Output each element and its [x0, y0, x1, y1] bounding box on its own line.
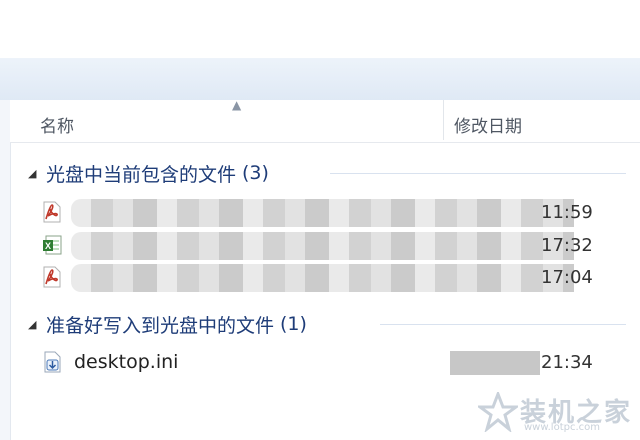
group-divider — [380, 324, 626, 325]
modified-time: 17:04 — [541, 267, 593, 288]
pdf-icon — [43, 201, 61, 223]
redacted-file-name — [71, 264, 574, 292]
column-header-row: ▲ 名称 修改日期 — [10, 98, 640, 143]
group-header-current-files[interactable]: ◢ 光盘中当前包含的文件 (3) — [28, 159, 269, 187]
file-row[interactable]: X 17:32 — [36, 232, 596, 260]
excel-icon: X — [43, 235, 62, 255]
file-name: desktop.ini — [74, 351, 179, 373]
svg-text:X: X — [45, 241, 51, 251]
watermark-url: www.lotpc.com — [524, 422, 600, 433]
group-divider — [330, 173, 626, 174]
redacted-file-name — [71, 199, 574, 227]
redacted-file-name — [71, 232, 574, 260]
column-separator[interactable] — [443, 100, 444, 140]
collapse-triangle-icon[interactable]: ◢ — [28, 318, 42, 331]
file-row[interactable]: 11:59 — [36, 199, 596, 227]
group-title: 光盘中当前包含的文件 — [46, 163, 237, 186]
ini-file-icon — [44, 351, 61, 373]
group-count: (1) — [280, 313, 307, 335]
modified-time: 11:59 — [541, 202, 593, 223]
toolbar-band — [0, 58, 640, 101]
star-logo-icon — [478, 392, 518, 432]
group-count: (3) — [242, 162, 269, 184]
window-top-area — [0, 0, 640, 58]
modified-time: 17:32 — [541, 235, 593, 256]
watermark: 装机之家 www.lotpc.com — [478, 392, 638, 436]
group-header-files-ready-to-write[interactable]: ◢ 准备好写入到光盘中的文件 (1) — [28, 310, 307, 338]
redacted-date — [450, 351, 540, 375]
file-row[interactable]: desktop.ini 21:34 — [36, 349, 596, 377]
sort-ascending-icon[interactable]: ▲ — [232, 98, 241, 112]
pdf-icon — [43, 266, 61, 288]
modified-time: 21:34 — [541, 352, 593, 373]
group-title: 准备好写入到光盘中的文件 — [46, 314, 275, 337]
column-header-name[interactable]: 名称 — [40, 112, 74, 137]
column-header-date-modified[interactable]: 修改日期 — [454, 112, 522, 137]
collapse-triangle-icon[interactable]: ◢ — [28, 167, 42, 180]
navigation-pane-edge — [0, 100, 11, 440]
file-row[interactable]: 17:04 — [36, 264, 596, 292]
